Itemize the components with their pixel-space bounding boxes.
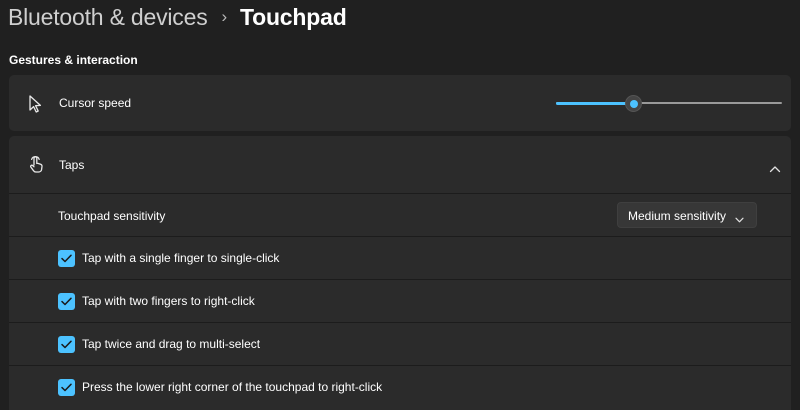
checkmark-icon [61,297,72,306]
option-label: Press the lower right corner of the touc… [82,380,383,394]
option-label: Tap with a single finger to single-click [82,251,280,265]
touchpad-sensitivity-label: Touchpad sensitivity [58,209,166,223]
slider-thumb[interactable] [624,95,642,112]
cursor-speed-card: Cursor speed [9,75,791,131]
slider-fill [556,102,633,105]
option-label: Tap with two fingers to right-click [82,294,255,308]
cursor-arrow-icon [25,93,47,115]
checkbox-checked[interactable] [58,293,75,310]
checkmark-icon [61,383,72,392]
page-title: Touchpad [239,3,347,30]
checkbox-checked[interactable] [58,336,75,353]
taps-card: Taps Touchpad sensitivity Medium sensiti… [9,136,791,410]
breadcrumb-separator: › [221,7,228,26]
option-single-finger-tap[interactable]: Tap with a single finger to single-click [9,237,791,279]
checkmark-icon [61,340,72,349]
breadcrumb-bluetooth-devices[interactable]: Bluetooth & devices [8,4,208,31]
taps-label: Taps [59,158,85,172]
cursor-speed-slider[interactable] [556,94,782,112]
chevron-down-icon [735,212,744,223]
touchpad-sensitivity-row: Touchpad sensitivity Medium sensitivity [9,194,791,236]
breadcrumb: Bluetooth & devices › Touchpad [8,0,347,34]
checkmark-icon [61,254,72,263]
option-label: Tap twice and drag to multi-select [82,337,261,351]
checkbox-checked[interactable] [58,379,75,396]
option-lower-right-corner[interactable]: Press the lower right corner of the touc… [9,366,791,408]
chevron-up-icon[interactable] [769,160,781,173]
cursor-speed-label: Cursor speed [59,96,132,110]
option-tap-twice-drag[interactable]: Tap twice and drag to multi-select [9,323,791,365]
section-title-gestures: Gestures & interaction [9,53,138,67]
touchpad-sensitivity-dropdown[interactable]: Medium sensitivity [617,202,757,228]
option-two-finger-tap[interactable]: Tap with two fingers to right-click [9,280,791,322]
touchpad-settings-page: Bluetooth & devices › Touchpad Gestures … [0,0,800,410]
taps-expander-header[interactable]: Taps [9,136,791,193]
tap-hand-icon [25,153,47,175]
checkbox-checked[interactable] [58,250,75,267]
dropdown-selected-value: Medium sensitivity [628,209,727,223]
